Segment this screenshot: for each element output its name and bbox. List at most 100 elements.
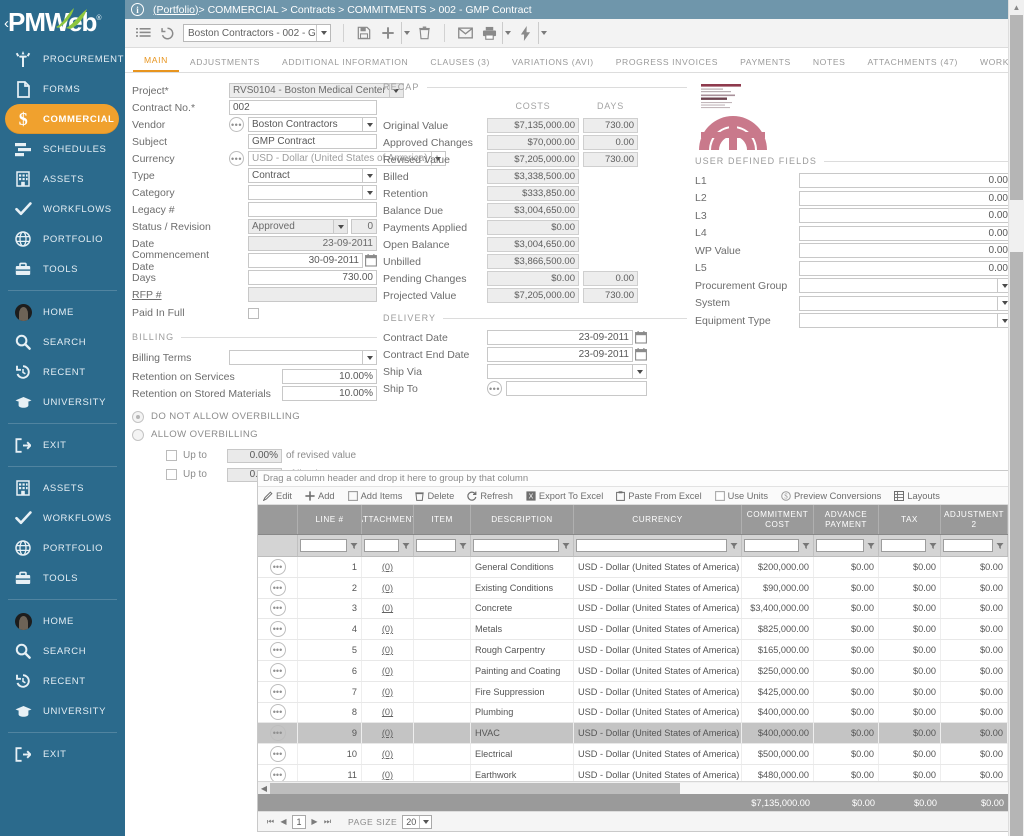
attachment-cell[interactable]: (0) xyxy=(362,598,414,619)
paid-in-full-checkbox[interactable] xyxy=(248,307,259,319)
udf-input[interactable] xyxy=(799,278,998,294)
grid-filter-input[interactable] xyxy=(300,539,347,552)
row-menu-cell[interactable]: ••• xyxy=(258,619,298,640)
scroll-left-icon[interactable]: ◀ xyxy=(258,784,270,793)
tab-notes[interactable]: NOTES xyxy=(802,57,857,72)
rfp-label[interactable]: RFP # xyxy=(132,289,229,301)
sidebar-item-home[interactable]: HOME xyxy=(0,297,125,327)
sidebar-item-university[interactable]: UNIVERSITY xyxy=(0,387,125,417)
row-actions-icon[interactable]: ••• xyxy=(269,579,286,596)
filter-icon[interactable] xyxy=(560,542,571,550)
attachment-cell[interactable]: (0) xyxy=(362,681,414,702)
tab-progress-invoices[interactable]: PROGRESS INVOICES xyxy=(605,57,729,72)
email-icon[interactable] xyxy=(453,22,477,44)
grid-tool-add-items[interactable]: Add Items xyxy=(347,491,402,501)
table-row[interactable]: ••• 2 (0) Existing Conditions USD - Dollar (… xyxy=(258,577,1024,599)
upto-lineitem-checkbox[interactable] xyxy=(166,469,177,480)
grid-column-header[interactable] xyxy=(258,505,298,534)
option-no-overbilling[interactable]: DO NOT ALLOW OVERBILLING xyxy=(132,409,377,424)
filter-icon[interactable] xyxy=(728,542,739,550)
row-actions-icon[interactable]: ••• xyxy=(269,683,286,700)
table-row[interactable]: ••• 5 (0) Rough Carpentry USD - Dollar (Unit… xyxy=(258,640,1024,661)
attachment-cell[interactable]: (0) xyxy=(362,744,414,764)
udf-input[interactable]: 0.00 xyxy=(799,243,1012,259)
table-row[interactable]: ••• 10 (0) Electrical USD - Dollar (United S… xyxy=(258,744,1024,765)
allow-overbilling-radio[interactable] xyxy=(132,428,144,441)
delete-icon[interactable] xyxy=(412,22,436,44)
grid-filter-input[interactable] xyxy=(744,539,799,552)
attachment-count-link[interactable]: (0) xyxy=(382,645,393,655)
last-page-button[interactable]: ⏭ xyxy=(321,815,334,829)
row-menu-cell[interactable]: ••• xyxy=(258,557,298,577)
attachment-cell[interactable]: (0) xyxy=(362,557,414,577)
app-logo[interactable]: ‹PMWeb® xyxy=(0,0,125,44)
date-input[interactable]: 23-09-2011 xyxy=(248,236,377,251)
sidebar-item-assets[interactable]: ASSETS xyxy=(0,473,125,503)
grid-column-header[interactable]: COMMITMENT COST xyxy=(742,505,814,534)
attachment-count-link[interactable]: (0) xyxy=(382,624,393,634)
option-allow-overbilling[interactable]: ALLOW OVERBILLING xyxy=(132,427,377,442)
save-icon[interactable] xyxy=(352,22,376,44)
print-icon[interactable] xyxy=(477,22,501,44)
grid-tool-refresh[interactable]: Refresh xyxy=(467,491,513,501)
grid-filter-input[interactable] xyxy=(816,539,864,552)
sidebar-item-commercial[interactable]: $ COMMERCIAL xyxy=(5,104,119,134)
type-input[interactable]: Contract xyxy=(248,168,363,183)
row-menu-cell[interactable]: ••• xyxy=(258,577,298,598)
sidebar-item-recent[interactable]: RECENT xyxy=(0,357,125,387)
scroll-up-icon[interactable]: ▲ xyxy=(1009,0,1024,15)
commencement-input[interactable]: 30-09-2011 xyxy=(248,253,363,268)
attachment-cell[interactable]: (0) xyxy=(362,619,414,640)
sidebar-item-forms[interactable]: FORMS xyxy=(0,74,125,104)
grid-filter-input[interactable] xyxy=(364,539,399,552)
grid-filter-input[interactable] xyxy=(881,539,926,552)
udf-input[interactable]: 0.00 xyxy=(799,173,1012,189)
sidebar-item-university[interactable]: UNIVERSITY xyxy=(0,696,125,726)
attachment-count-link[interactable]: (0) xyxy=(382,603,393,613)
info-icon[interactable]: i xyxy=(131,3,144,16)
attachment-count-link[interactable]: (0) xyxy=(382,562,393,572)
chevron-down-icon[interactable] xyxy=(419,815,431,828)
grid-tool-paste-from-excel[interactable]: Paste From Excel xyxy=(616,491,702,501)
udf-input[interactable] xyxy=(799,313,998,329)
status-input[interactable]: Approved xyxy=(248,219,334,234)
attachment-count-link[interactable]: (0) xyxy=(382,707,393,717)
retention-services-input[interactable]: 10.00% xyxy=(282,369,377,384)
grid-tool-layouts[interactable]: Layouts xyxy=(894,490,940,501)
row-menu-cell[interactable]: ••• xyxy=(258,723,298,744)
grid-filter-input[interactable] xyxy=(943,539,993,552)
udf-input[interactable]: 0.00 xyxy=(799,225,1012,241)
table-row[interactable]: ••• 7 (0) Fire Suppression USD - Dollar (Uni… xyxy=(258,681,1024,703)
category-dropdown-icon[interactable] xyxy=(363,185,377,200)
contract-date-input[interactable]: 23-09-2011 xyxy=(487,330,633,345)
record-selector[interactable]: Boston Contractors - 002 - GMP Cor xyxy=(183,24,331,42)
page-scroll-thumb-lower[interactable] xyxy=(1010,252,1023,836)
attachment-cell[interactable]: (0) xyxy=(362,702,414,723)
calendar-icon[interactable] xyxy=(635,331,647,344)
type-dropdown-icon[interactable] xyxy=(363,168,377,183)
attachment-cell[interactable]: (0) xyxy=(362,640,414,660)
category-input[interactable] xyxy=(248,185,363,200)
sidebar-item-schedules[interactable]: SCHEDULES xyxy=(0,134,125,164)
billing-terms-input[interactable] xyxy=(229,350,363,365)
grid-column-header[interactable]: ADJUSTMENT 2 xyxy=(941,505,1008,534)
tab-main[interactable]: MAIN xyxy=(133,55,179,72)
udf-input[interactable] xyxy=(799,295,998,311)
sidebar-item-search[interactable]: SEARCH xyxy=(0,636,125,666)
tab-attachments-47[interactable]: ATTACHMENTS (47) xyxy=(856,57,968,72)
contract-no-input[interactable]: 002 xyxy=(229,100,377,115)
tab-additional-information[interactable]: ADDITIONAL INFORMATION xyxy=(271,57,419,72)
attachment-cell[interactable]: (0) xyxy=(362,577,414,598)
tab-payments[interactable]: PAYMENTS xyxy=(729,57,802,72)
grid-filter-input[interactable] xyxy=(576,539,727,552)
attachment-cell[interactable]: (0) xyxy=(362,723,414,744)
upto-revised-checkbox[interactable] xyxy=(166,450,177,461)
grid-tool-delete[interactable]: Delete xyxy=(415,491,454,501)
page-size-selector[interactable]: 20 xyxy=(402,814,433,829)
filter-icon[interactable] xyxy=(994,542,1005,550)
current-page-number[interactable]: 1 xyxy=(292,814,306,829)
print-dropdown-caret[interactable] xyxy=(502,22,513,44)
grid-column-header[interactable]: CURRENCY xyxy=(574,505,742,534)
add-icon[interactable] xyxy=(376,22,400,44)
row-menu-cell[interactable]: ••• xyxy=(258,744,298,764)
